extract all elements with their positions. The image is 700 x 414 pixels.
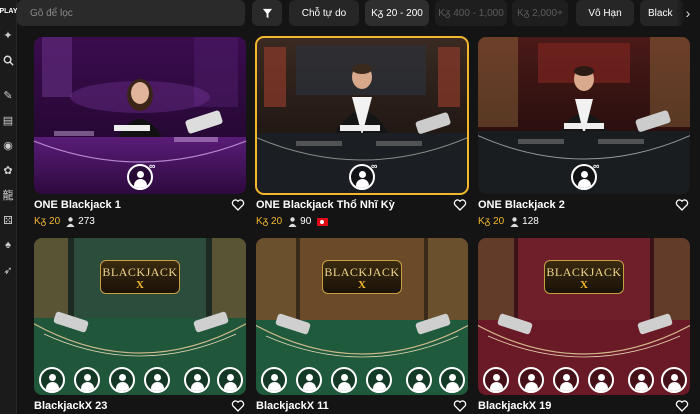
seat-avatar-icon — [661, 367, 687, 393]
table-meta: Kᵹ 20 273 — [34, 216, 95, 227]
heart-icon[interactable] — [231, 399, 245, 413]
seat-avatar-icon — [588, 367, 614, 393]
seat-avatar-icon — [74, 367, 100, 393]
dice-icon[interactable]: ⚄ — [1, 213, 15, 227]
person-icon — [288, 216, 297, 227]
table-title: ONE Blackjack 1 — [34, 199, 121, 211]
table-thumbnail[interactable]: ∞ — [34, 37, 246, 194]
seat-avatar-icon — [553, 367, 579, 393]
turkey-flag-icon — [317, 217, 329, 226]
seat-avatar-icon — [518, 367, 544, 393]
seat-avatar-icon — [217, 367, 243, 393]
filter-icon — [262, 8, 272, 18]
seat-avatar-icon — [109, 367, 135, 393]
table-title: ONE Blackjack Thổ Nhĩ Kỳ — [256, 199, 395, 211]
logo-word: BLACKJACK — [546, 264, 622, 279]
person-icon — [66, 216, 75, 227]
table-card[interactable]: BLACKJACK X BlackjackX 11 — [256, 238, 468, 412]
bet-limit: Kᵹ 20 — [256, 216, 283, 227]
seat-avatar-icon — [144, 367, 170, 393]
chip-limit-400-1000[interactable]: Kᵹ 400 - 1,000 — [435, 0, 507, 26]
heart-icon[interactable] — [453, 198, 467, 212]
bet-limit: Kᵹ 20 — [34, 216, 61, 227]
table-title: ONE Blackjack 2 — [478, 199, 565, 211]
blackjackx-logo: BLACKJACK X — [100, 260, 180, 294]
chip-unlimited[interactable]: Vô Hạn — [576, 0, 634, 26]
table-thumbnail[interactable]: BLACKJACK X — [478, 238, 690, 395]
seat-avatar-icon — [628, 367, 654, 393]
logo-mark: X — [358, 278, 366, 291]
infinity-icon: ∞ — [149, 161, 156, 171]
filter-button[interactable] — [252, 0, 282, 26]
seat-avatar-icon — [261, 367, 287, 393]
blackjackx-logo: BLACKJACK X — [544, 260, 624, 294]
seat-avatar-icon — [39, 367, 65, 393]
person-icon — [510, 216, 519, 227]
search-input[interactable]: Gõ để lọc — [17, 0, 245, 26]
star-icon[interactable]: ✦ — [1, 28, 15, 42]
seat-avatar-icon — [366, 367, 392, 393]
table-thumbnail[interactable]: ∞ — [478, 37, 690, 194]
table-card[interactable]: ∞ ONE Blackjack 1 Kᵹ 20 273 — [34, 37, 246, 227]
heart-icon[interactable] — [675, 198, 689, 212]
table-title: BlackjackX 11 — [256, 400, 329, 412]
cards-icon[interactable]: ▤ — [1, 113, 15, 127]
table-meta: Kᵹ 20 128 — [478, 216, 539, 227]
bet-limit: Kᵹ 20 — [478, 216, 505, 227]
seat-avatar-icon — [296, 367, 322, 393]
seat-avatar-icon — [439, 367, 465, 393]
rocket-icon[interactable]: ➶ — [1, 263, 15, 277]
player-count: 128 — [522, 216, 539, 227]
chip-free-seats[interactable]: Chỗ tự do — [289, 0, 359, 26]
logo-word: BLACKJACK — [102, 264, 178, 279]
heart-icon[interactable] — [675, 399, 689, 413]
seat-avatar-icon — [184, 367, 210, 393]
seat-avatar-icon — [331, 367, 357, 393]
heart-icon[interactable] — [453, 399, 467, 413]
seat-avatar-icon — [406, 367, 432, 393]
play-logo[interactable]: PLAY — [0, 0, 18, 22]
playing-card-icon[interactable]: ♠ — [1, 238, 15, 252]
table-card[interactable]: ∞ ONE Blackjack 2 Kᵹ 20 128 — [478, 37, 690, 227]
table-card[interactable]: ∞ ONE Blackjack Thổ Nhĩ Kỳ Kᵹ 20 90 — [255, 36, 469, 227]
left-sidebar: PLAY ✦ ✎ ▤ ◉ ✿ 龍 ⚄ ♠ ➶ — [0, 0, 18, 414]
pen-icon[interactable]: ✎ — [1, 88, 15, 102]
blackjackx-logo: BLACKJACK X — [322, 260, 402, 294]
search-icon[interactable] — [1, 53, 15, 67]
logo-mark: X — [580, 278, 588, 291]
player-count: 90 — [300, 216, 312, 227]
gear-icon[interactable]: ✿ — [1, 163, 15, 177]
table-card[interactable]: BLACKJACK X BlackjackX 23 — [34, 238, 246, 412]
logo-mark: X — [136, 278, 144, 291]
chip-icon[interactable]: ◉ — [1, 138, 15, 152]
table-title: BlackjackX 23 — [34, 400, 108, 412]
chevron-right-icon[interactable]: › — [676, 0, 700, 26]
chip-limit-2000-plus[interactable]: Kᵹ 2,000+ — [512, 0, 568, 26]
table-meta: Kᵹ 20 90 — [256, 216, 329, 227]
table-thumbnail[interactable]: BLACKJACK X — [34, 238, 246, 395]
player-count: 273 — [78, 216, 95, 227]
table-thumbnail[interactable]: ∞ — [255, 36, 469, 195]
table-card[interactable]: BLACKJACK X BlackjackX 19 — [478, 238, 690, 412]
chip-limit-20-200[interactable]: Kᵹ 20 - 200 — [365, 0, 429, 26]
table-title: BlackjackX 19 — [478, 400, 552, 412]
infinity-icon: ∞ — [593, 161, 600, 171]
dragon-tiger-icon[interactable]: 龍 — [1, 188, 15, 202]
table-thumbnail[interactable]: BLACKJACK X — [256, 238, 468, 395]
heart-icon[interactable] — [231, 198, 245, 212]
infinity-icon: ∞ — [371, 161, 378, 171]
seat-avatar-icon — [483, 367, 509, 393]
logo-word: BLACKJACK — [324, 264, 400, 279]
